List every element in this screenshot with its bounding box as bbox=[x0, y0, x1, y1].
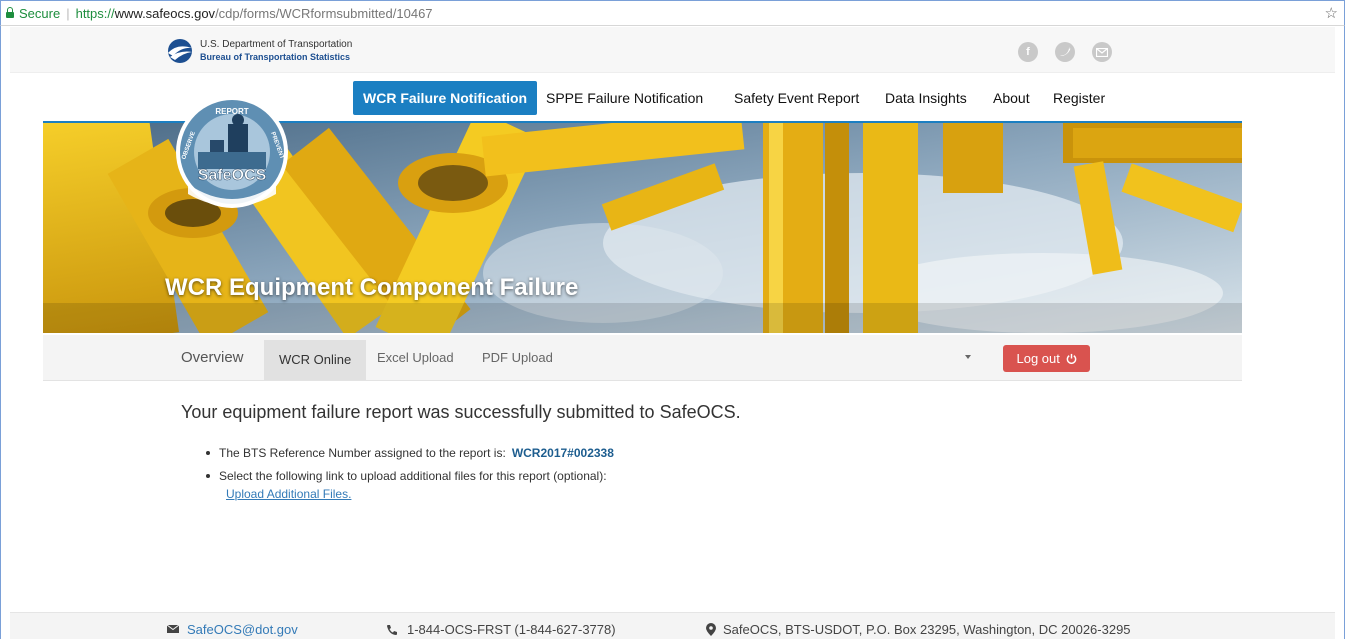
twitter-icon[interactable] bbox=[1055, 42, 1075, 62]
nav-register[interactable]: Register bbox=[1053, 81, 1105, 115]
chevron-down-icon[interactable] bbox=[965, 355, 971, 359]
badge-report-text: REPORT bbox=[215, 107, 248, 116]
bookmark-star-icon[interactable]: ☆ bbox=[1325, 4, 1338, 22]
tab-excel-upload[interactable]: Excel Upload bbox=[377, 335, 454, 381]
tab-overview[interactable]: Overview bbox=[181, 335, 244, 381]
tab-pdf-upload[interactable]: PDF Upload bbox=[482, 335, 553, 381]
tab-wcr-online[interactable]: WCR Online bbox=[264, 340, 367, 380]
email-icon[interactable] bbox=[1092, 42, 1112, 62]
list-item: Select the following link to upload addi… bbox=[203, 467, 614, 503]
result-list: The BTS Reference Number assigned to the… bbox=[203, 444, 614, 503]
phone-icon bbox=[387, 625, 397, 635]
agency-name: U.S. Department of Transportation bbox=[200, 39, 353, 50]
list-item: The BTS Reference Number assigned to the… bbox=[203, 444, 614, 462]
footer: SafeOCS@dot.gov 1-844-OCS-FRST (1-844-62… bbox=[10, 612, 1335, 639]
secure-label: Secure bbox=[19, 5, 61, 21]
dot-logo-icon[interactable] bbox=[165, 38, 195, 64]
url[interactable]: https://www.safeocs.gov/cdp/forms/WCRfor… bbox=[76, 6, 433, 21]
footer-phone: 1-844-OCS-FRST (1-844-627-3778) bbox=[407, 622, 616, 637]
upload-additional-files-link[interactable]: Upload Additional Files. bbox=[226, 485, 614, 503]
nav-about[interactable]: About bbox=[993, 81, 1030, 115]
map-marker-icon bbox=[706, 623, 716, 636]
bureau-name: Bureau of Transportation Statistics bbox=[200, 52, 351, 62]
lock-icon bbox=[5, 7, 15, 19]
browser-address-bar[interactable]: Secure | https://www.safeocs.gov/cdp/for… bbox=[0, 0, 1345, 26]
address-separator: | bbox=[66, 5, 70, 21]
power-icon bbox=[1066, 353, 1076, 364]
reference-number: WCR2017#002338 bbox=[511, 446, 614, 460]
sub-nav: Overview WCR Online Excel Upload PDF Upl… bbox=[43, 335, 1242, 381]
envelope-icon bbox=[167, 625, 179, 633]
nav-wcr-failure-notification[interactable]: WCR Failure Notification bbox=[353, 81, 538, 115]
logout-label: Log out bbox=[1016, 351, 1060, 366]
nav-data-insights[interactable]: Data Insights bbox=[885, 81, 967, 115]
reference-text: The BTS Reference Number assigned to the… bbox=[219, 446, 506, 460]
hero-title: WCR Equipment Component Failure bbox=[165, 274, 579, 301]
nav-safety-event-report[interactable]: Safety Event Report bbox=[734, 81, 859, 115]
badge-name: SafeOCS bbox=[198, 167, 267, 184]
safeocs-logo-badge[interactable]: REPORT OBSERVE PREVENT SafeOCS bbox=[168, 94, 308, 214]
footer-address: SafeOCS, BTS-USDOT, P.O. Box 23295, Wash… bbox=[723, 622, 1131, 637]
nav-sppe-failure-notification[interactable]: SPPE Failure Notification bbox=[546, 81, 703, 115]
upload-text: Select the following link to upload addi… bbox=[219, 469, 607, 483]
facebook-icon[interactable]: f bbox=[1018, 42, 1038, 62]
logout-button[interactable]: Log out bbox=[1003, 345, 1090, 372]
footer-email-link[interactable]: SafeOCS@dot.gov bbox=[187, 622, 298, 637]
agency-header: U.S. Department of Transportation Bureau… bbox=[10, 27, 1335, 73]
success-message: Your equipment failure report was succes… bbox=[181, 402, 741, 422]
browser-frame-left bbox=[0, 26, 9, 639]
